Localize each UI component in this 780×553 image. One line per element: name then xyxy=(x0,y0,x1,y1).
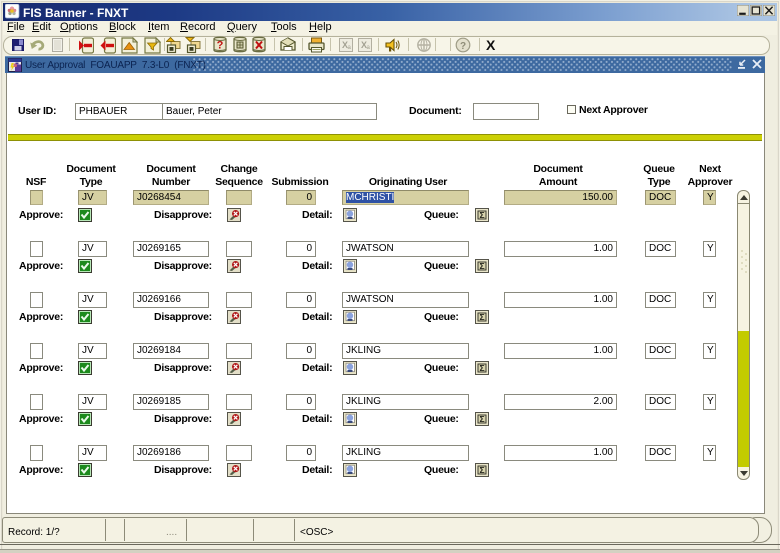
svg-text:Σ: Σ xyxy=(480,363,485,373)
svg-text:Σ: Σ xyxy=(480,261,485,271)
svg-text:Σ: Σ xyxy=(480,414,485,424)
svg-text:Σ: Σ xyxy=(480,465,485,475)
svg-text:?: ? xyxy=(460,41,466,52)
svg-text:Σ: Σ xyxy=(480,312,485,322)
svg-text:Σ: Σ xyxy=(480,210,485,220)
svg-text:?: ? xyxy=(217,40,224,52)
